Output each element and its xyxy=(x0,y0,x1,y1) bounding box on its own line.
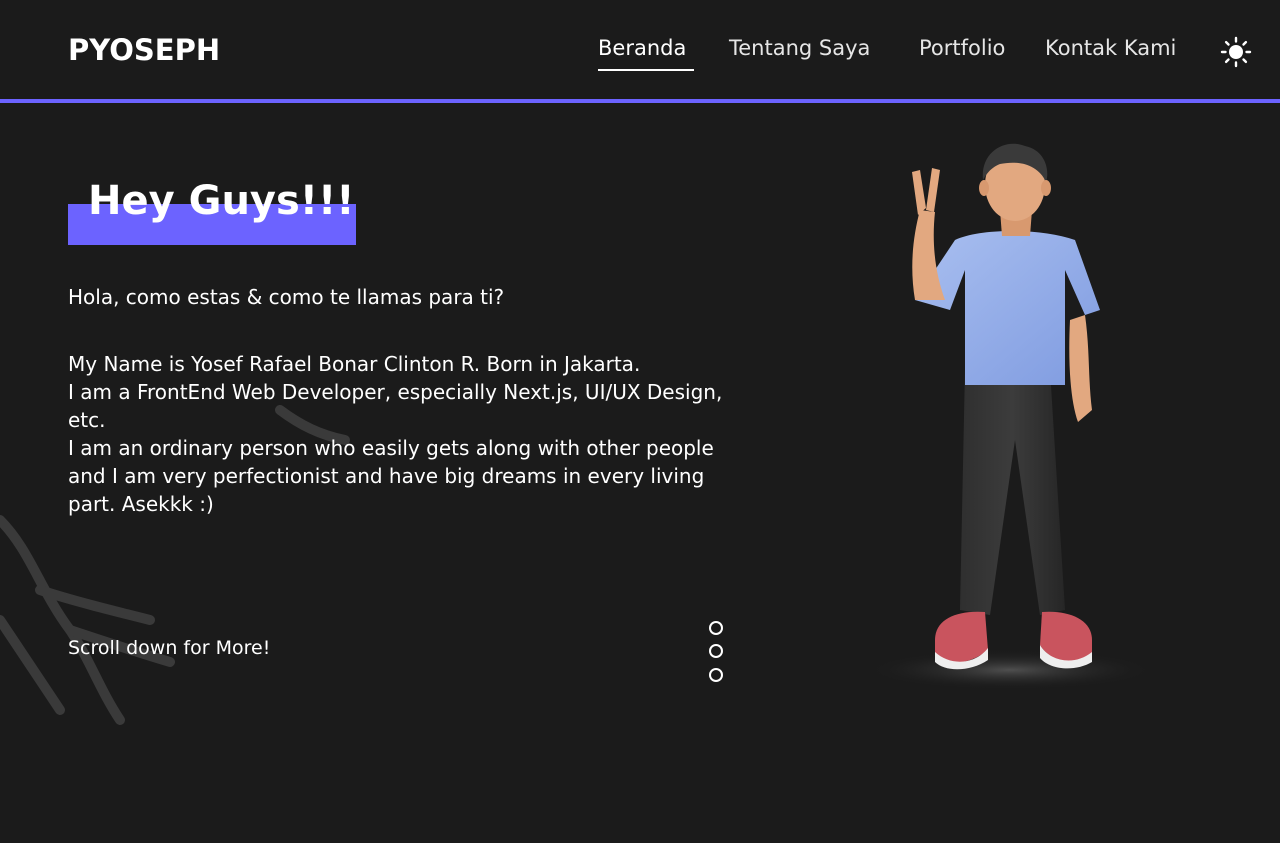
hero-title: Hey Guys!!! xyxy=(88,178,355,224)
bio-text: My Name is Yosef Rafael Bonar Clinton R.… xyxy=(68,350,748,518)
slide-dot-3[interactable] xyxy=(709,668,723,682)
active-nav-underline xyxy=(598,69,694,71)
bio-line: My Name is Yosef Rafael Bonar Clinton R.… xyxy=(68,352,641,376)
avatar-illustration xyxy=(865,143,1155,690)
slide-dot-1[interactable] xyxy=(709,621,723,635)
scroll-hint: Scroll down for More! xyxy=(68,637,271,659)
theme-toggle-button[interactable] xyxy=(1220,36,1252,68)
nav-item-tentang-saya[interactable]: Tentang Saya xyxy=(729,36,870,60)
slide-dot-2[interactable] xyxy=(709,644,723,658)
sun-icon xyxy=(1220,36,1252,68)
header: PYOSEPH Beranda Tentang Saya Portfolio K… xyxy=(0,0,1280,100)
site-logo[interactable]: PYOSEPH xyxy=(68,33,220,67)
nav-item-beranda[interactable]: Beranda xyxy=(598,36,686,60)
greeting-text: Hola, como estas & como te llamas para t… xyxy=(68,285,505,309)
bio-line: I am a FrontEnd Web Developer, especiall… xyxy=(68,380,723,432)
nav-item-kontak-kami[interactable]: Kontak Kami xyxy=(1045,36,1176,60)
bio-line: I am an ordinary person who easily gets … xyxy=(68,436,714,516)
nav-item-portfolio[interactable]: Portfolio xyxy=(919,36,1005,60)
page: PYOSEPH Beranda Tentang Saya Portfolio K… xyxy=(0,0,1280,843)
slide-indicator xyxy=(709,621,723,683)
header-divider xyxy=(0,99,1280,103)
